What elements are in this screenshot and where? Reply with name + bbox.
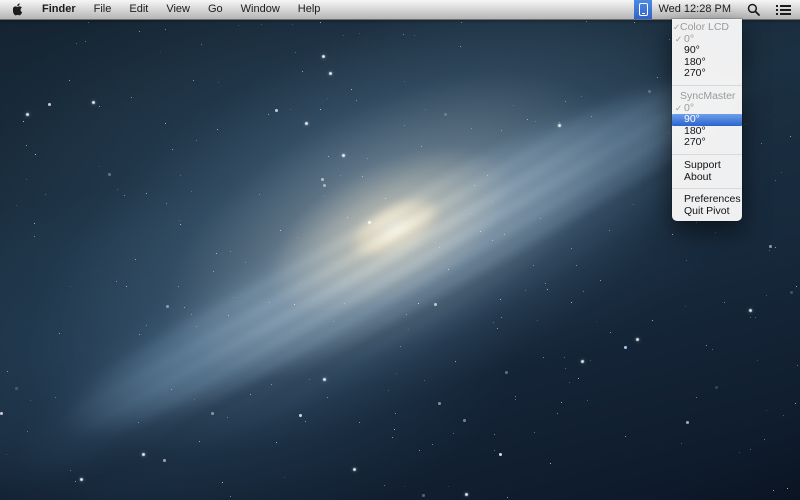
pivot-menu-item-90-[interactable]: 90°	[672, 45, 742, 57]
menu-bar: FinderFileEditViewGoWindowHelp Wed 12:28…	[0, 0, 800, 20]
pivot-menu-extra[interactable]	[634, 0, 652, 19]
apple-logo-icon	[13, 3, 24, 16]
pivot-menu-item-270-[interactable]: 270°	[672, 137, 742, 149]
display-rotation-icon	[639, 3, 648, 16]
pivot-menu-item-color-lcd: ✓Color LCD	[672, 22, 742, 34]
menu-go[interactable]: Go	[199, 0, 232, 19]
checkmark-icon: ✓	[675, 34, 684, 46]
menu-window[interactable]: Window	[232, 0, 289, 19]
pivot-menu-item-180-[interactable]: 180°	[672, 57, 742, 69]
pivot-menu-item-90-[interactable]: 90°	[672, 114, 742, 126]
pivot-menu-item-0-: ✓0°	[672, 34, 742, 46]
checkmark-icon: ✓	[673, 22, 682, 34]
notification-list-icon	[776, 4, 791, 15]
menu-edit[interactable]: Edit	[120, 0, 157, 19]
menu-separator	[672, 188, 742, 189]
menu-file[interactable]: File	[85, 0, 121, 19]
menu-separator	[672, 85, 742, 86]
menu-bar-status-area: Wed 12:28 PM	[634, 0, 800, 19]
pivot-menu-item-syncmaster: SyncMaster	[672, 91, 742, 103]
menu-bar-menus: FinderFileEditViewGoWindowHelp	[0, 0, 329, 19]
apple-menu[interactable]	[10, 0, 33, 19]
menu-bar-clock[interactable]: Wed 12:28 PM	[652, 0, 739, 19]
menu-separator	[672, 154, 742, 155]
menu-help[interactable]: Help	[289, 0, 330, 19]
pivot-menu-item-quit-pivot[interactable]: Quit Pivot	[672, 206, 742, 218]
menu-view[interactable]: View	[157, 0, 199, 19]
pivot-menu-item-270-[interactable]: 270°	[672, 68, 742, 80]
spotlight-button[interactable]	[739, 0, 768, 19]
search-icon	[747, 3, 760, 16]
menu-finder[interactable]: Finder	[33, 0, 85, 19]
checkmark-icon: ✓	[675, 103, 684, 115]
pivot-menu-item-180-[interactable]: 180°	[672, 126, 742, 138]
notification-center-button[interactable]	[768, 0, 800, 19]
pivot-menu-item-about[interactable]: About	[672, 172, 742, 184]
pivot-menu-item-0-: ✓0°	[672, 103, 742, 115]
pivot-menu: ✓Color LCD✓0°90°180°270°SyncMaster✓0°90°…	[672, 19, 742, 221]
